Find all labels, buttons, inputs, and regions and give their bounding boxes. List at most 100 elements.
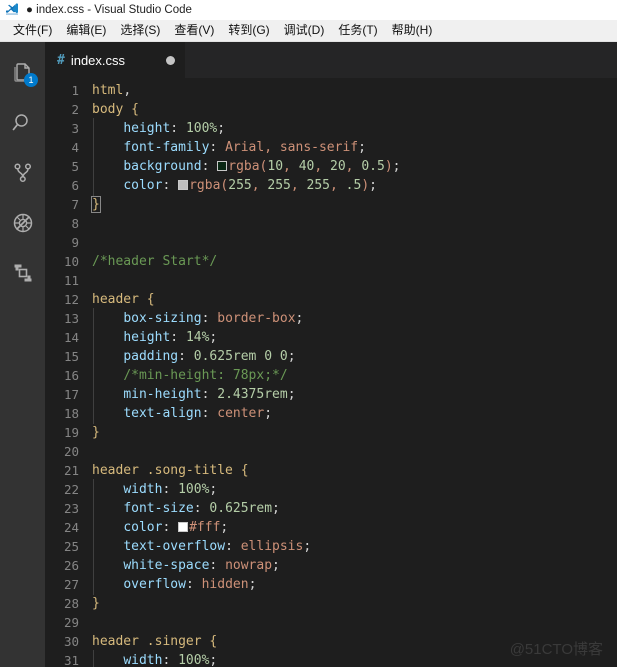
line-content[interactable]: white-space: nowrap; <box>92 555 617 576</box>
line-number: 22 <box>63 482 79 497</box>
line-number: 17 <box>63 387 79 402</box>
code-row: 14 height: 14%; <box>45 327 617 348</box>
menu-item-edit[interactable]: 编辑(E) <box>59 20 113 41</box>
line-number: 9 <box>71 235 79 250</box>
line-content[interactable]: /*header Start*/ <box>92 254 617 269</box>
line-number: 5 <box>71 159 79 174</box>
line-number: 20 <box>63 444 79 459</box>
code-row: 20 <box>45 442 617 461</box>
line-content[interactable]: color: #fff; <box>92 517 617 538</box>
code-editor[interactable]: 1 html, 2 body { 3 height: 100%; 4 font-… <box>45 78 617 667</box>
tab-index-css[interactable]: # index.css <box>45 42 185 78</box>
code-row: 6 color: rgba(255, 255, 255, .5); <box>45 175 617 196</box>
line-number: 13 <box>63 311 79 326</box>
activity-item-source-control[interactable] <box>0 148 45 198</box>
title-bar: ● index.css - Visual Studio Code <box>0 0 617 20</box>
code-row: 31 width: 100%; <box>45 650 617 667</box>
line-content[interactable]: box-sizing: border-box; <box>92 308 617 329</box>
activity-bar: 1 <box>0 42 45 667</box>
line-content[interactable]: } <box>92 425 617 440</box>
color-swatch[interactable] <box>178 180 189 190</box>
color-swatch[interactable] <box>217 161 228 171</box>
code-row: 22 width: 100%; <box>45 479 617 500</box>
activity-item-explorer[interactable]: 1 <box>0 48 45 98</box>
line-number: 12 <box>63 292 79 307</box>
code-row: 29 <box>45 613 617 632</box>
line-content[interactable]: body { <box>92 102 617 117</box>
menu-item-go[interactable]: 转到(G) <box>221 20 276 41</box>
line-content[interactable]: } <box>92 596 617 611</box>
code-row: 11 <box>45 271 617 290</box>
menu-item-help[interactable]: 帮助(H) <box>385 20 440 41</box>
line-content[interactable]: font-size: 0.625rem; <box>92 498 617 519</box>
line-number: 23 <box>63 501 79 516</box>
tab-dirty-indicator[interactable] <box>166 55 175 65</box>
line-content[interactable]: text-overflow: ellipsis; <box>92 536 617 557</box>
editor-group: # index.css 1 html, 2 body { 3 height: 1… <box>45 42 617 667</box>
line-number: 24 <box>63 520 79 535</box>
line-number: 31 <box>63 653 79 667</box>
line-number: 25 <box>63 539 79 554</box>
line-number: 14 <box>63 330 79 345</box>
line-content[interactable]: header .singer { <box>92 634 617 649</box>
code-lines: 1 html, 2 body { 3 height: 100%; 4 font-… <box>45 78 617 667</box>
line-content[interactable]: height: 14%; <box>92 327 617 348</box>
code-row: 16 /*min-height: 78px;*/ <box>45 365 617 386</box>
activity-item-search[interactable] <box>0 98 45 148</box>
code-row: 19 } <box>45 423 617 442</box>
search-icon <box>12 114 28 131</box>
menu-item-debug[interactable]: 调试(D) <box>277 20 332 41</box>
vscode-logo-icon <box>6 3 18 15</box>
menu-item-view[interactable]: 查看(V) <box>167 20 221 41</box>
window-title: ● index.css - Visual Studio Code <box>26 4 192 16</box>
code-row: 26 white-space: nowrap; <box>45 555 617 576</box>
code-row: 9 <box>45 233 617 252</box>
line-content[interactable]: padding: 0.625rem 0 0; <box>92 346 617 367</box>
line-content[interactable]: } <box>91 196 617 213</box>
comment-header-start: /*header Start*/ <box>92 254 218 269</box>
line-content[interactable]: html, <box>92 83 617 98</box>
code-row: 7 } <box>45 195 617 214</box>
line-number: 21 <box>63 463 79 478</box>
line-content[interactable]: /*min-height: 78px;*/ <box>92 365 617 386</box>
code-row: 25 text-overflow: ellipsis; <box>45 536 617 557</box>
line-number: 16 <box>63 368 79 383</box>
line-content[interactable]: header { <box>92 292 617 307</box>
code-row: 3 height: 100%; <box>45 118 617 139</box>
line-content[interactable]: header .song-title { <box>92 463 617 478</box>
activity-item-debug[interactable] <box>0 198 45 248</box>
line-number: 8 <box>71 216 79 231</box>
line-number: 15 <box>63 349 79 364</box>
line-number: 27 <box>63 577 79 592</box>
line-content[interactable]: height: 100%; <box>92 118 617 139</box>
line-number: 7 <box>71 197 79 212</box>
line-number: 28 <box>63 596 79 611</box>
menu-item-tasks[interactable]: 任务(T) <box>331 20 384 41</box>
menu-item-select[interactable]: 选择(S) <box>113 20 167 41</box>
menu-item-file[interactable]: 文件(F) <box>6 20 59 41</box>
code-row: 30 header .singer { <box>45 632 617 651</box>
line-number: 29 <box>63 615 79 630</box>
activity-item-extensions[interactable] <box>0 248 45 298</box>
code-row: 10 /*header Start*/ <box>45 252 617 271</box>
line-content[interactable]: background: rgba(10, 40, 20, 0.5); <box>92 156 617 177</box>
code-row: 2 body { <box>45 100 617 119</box>
line-content[interactable]: width: 100%; <box>92 650 617 667</box>
code-row: 23 font-size: 0.625rem; <box>45 498 617 519</box>
line-number: 3 <box>71 121 79 136</box>
code-row: 15 padding: 0.625rem 0 0; <box>45 346 617 367</box>
line-content[interactable]: font-family: Arial, sans-serif; <box>92 137 617 158</box>
color-swatch[interactable] <box>178 522 189 532</box>
code-row: 12 header { <box>45 290 617 309</box>
code-row: 21 header .song-title { <box>45 461 617 480</box>
line-content[interactable]: width: 100%; <box>92 479 617 500</box>
line-number: 2 <box>71 102 79 117</box>
line-content[interactable]: min-height: 2.4375rem; <box>92 384 617 405</box>
line-content[interactable]: color: rgba(255, 255, 255, .5); <box>92 175 617 196</box>
code-row: 1 html, <box>45 81 617 100</box>
line-content[interactable]: overflow: hidden; <box>92 574 617 595</box>
code-row: 27 overflow: hidden; <box>45 574 617 595</box>
workbench: 1 # index.css 1 html, 2 body {3 height:… <box>0 42 617 667</box>
line-content[interactable]: text-align: center; <box>92 403 617 424</box>
explorer-badge: 1 <box>24 73 38 87</box>
